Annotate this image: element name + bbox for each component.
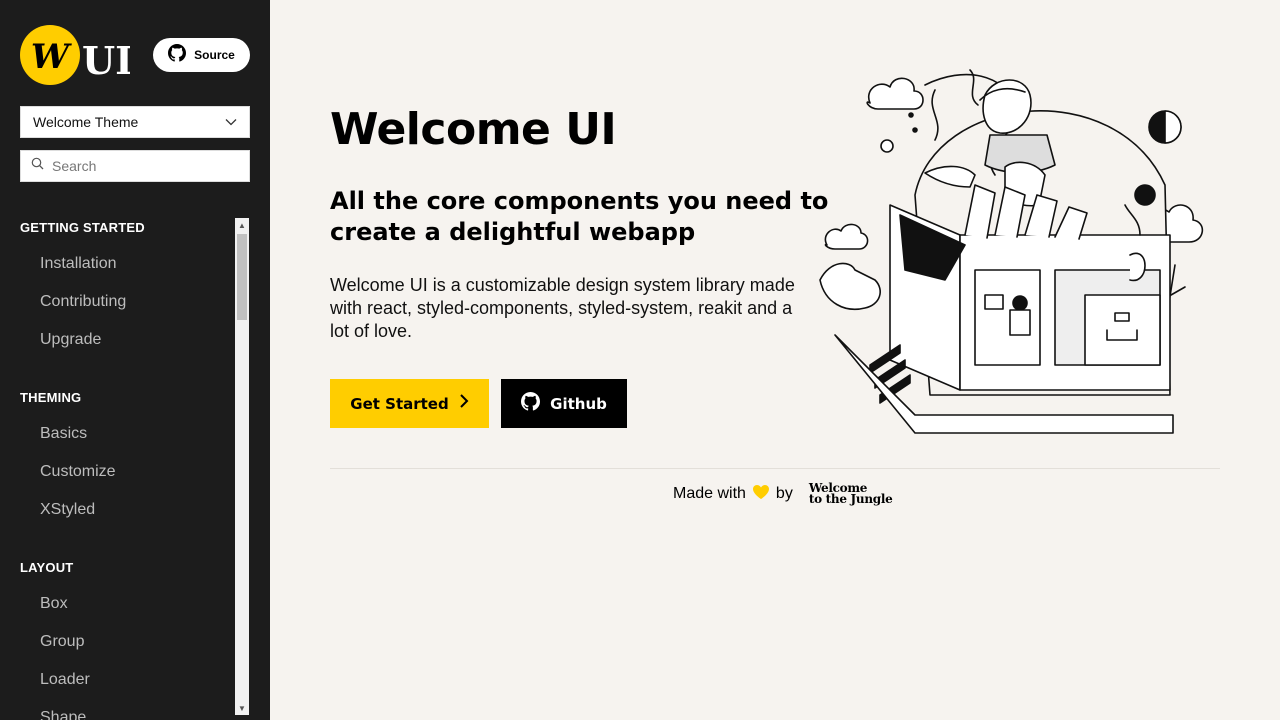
scroll-down-icon[interactable]: ▼ (235, 701, 249, 715)
github-button[interactable]: Github (501, 379, 627, 428)
logo-text: UI (82, 38, 130, 83)
nav-scrollbar[interactable]: ▲ ▼ (235, 218, 249, 715)
sidebar-item-customize[interactable]: Customize (0, 460, 235, 498)
get-started-label: Get Started (350, 394, 449, 413)
search-icon (31, 157, 44, 175)
scroll-up-icon[interactable]: ▲ (235, 218, 249, 232)
scrollbar-thumb[interactable] (237, 234, 247, 320)
github-label: Github (550, 394, 607, 413)
nav-section-title: GETTING STARTED (20, 220, 145, 235)
hero-illustration (815, 55, 1225, 440)
sidebar-item-loader[interactable]: Loader (0, 668, 235, 706)
svg-text:W: W (31, 37, 72, 77)
github-icon (168, 43, 187, 67)
source-button[interactable]: Source (153, 38, 250, 72)
sidebar-item-group[interactable]: Group (0, 630, 235, 668)
theme-select-value: Welcome Theme (33, 114, 139, 130)
chevron-right-icon (459, 393, 469, 414)
wttj-logo-line2: to the Jungle (808, 492, 893, 506)
sidebar-item-upgrade[interactable]: Upgrade (0, 328, 235, 366)
github-icon (521, 391, 541, 416)
sidebar-item-xstyled[interactable]: XStyled (0, 498, 235, 536)
page-title: Welcome UI (330, 104, 617, 155)
sidebar-item-contributing[interactable]: Contributing (0, 290, 235, 328)
chevron-down-icon (225, 113, 237, 131)
get-started-button[interactable]: Get Started (330, 379, 489, 428)
sidebar: W UI Source Welcome Theme GETTING STARTE… (0, 0, 270, 720)
sidebar-item-installation[interactable]: Installation (0, 252, 235, 290)
sidebar-nav: GETTING STARTED Installation Contributin… (0, 218, 235, 720)
search-field[interactable] (20, 150, 250, 182)
page-subtitle: All the core components you need to crea… (330, 187, 829, 246)
theme-select[interactable]: Welcome Theme (20, 106, 250, 138)
by-text: by (775, 485, 793, 502)
nav-section-getting-started: GETTING STARTED Installation Contributin… (0, 218, 235, 366)
page-description: Welcome UI is a customizable design syst… (330, 275, 795, 341)
made-with-text: Made with (673, 485, 746, 502)
nav-section-theming: THEMING Basics Customize XStyled (0, 388, 235, 536)
source-label: Source (194, 48, 235, 62)
sidebar-item-shape[interactable]: Shape (0, 706, 235, 720)
welcome-ui-logo[interactable]: W UI (20, 24, 133, 86)
heart-icon (752, 484, 770, 505)
search-input[interactable] (52, 158, 232, 174)
nav-section-title: THEMING (20, 390, 82, 405)
sidebar-item-basics[interactable]: Basics (0, 422, 235, 460)
sidebar-item-box[interactable]: Box (0, 592, 235, 630)
content-divider (330, 468, 1220, 469)
nav-section-layout: LAYOUT Box Group Loader Shape (0, 558, 235, 720)
nav-section-title: LAYOUT (20, 560, 74, 575)
footer-credit: Made with by Welcome to the Jungle (673, 480, 893, 508)
wttj-logo[interactable]: Welcome to the Jungle (808, 482, 893, 506)
